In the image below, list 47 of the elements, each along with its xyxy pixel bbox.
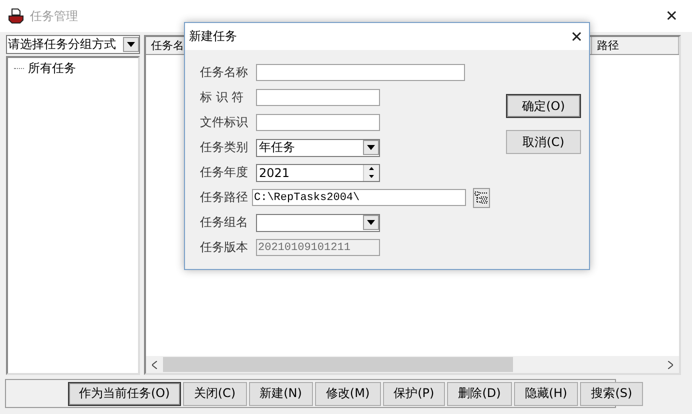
column-header[interactable]: 路径 <box>592 37 679 54</box>
field-label: 任务路径 <box>200 189 248 206</box>
action-button[interactable]: 关闭(C) <box>182 382 247 406</box>
dropdown-field[interactable]: 年任务 <box>256 138 380 156</box>
action-button[interactable]: 新建(N) <box>248 382 313 406</box>
path-field[interactable]: C:\RepTasks2004\ <box>252 189 466 206</box>
field-label: 任务类别 <box>200 139 249 156</box>
spin-field[interactable]: 2021 <box>256 164 380 182</box>
field-label: 任务版本 <box>200 239 249 256</box>
tree-item[interactable]: 所有任务 <box>28 61 76 75</box>
dropdown-button[interactable] <box>363 140 379 155</box>
up-arrow-icon <box>369 167 374 170</box>
printer-icon <box>8 8 24 24</box>
dialog-button[interactable]: 确定(O) <box>506 94 581 118</box>
text-field[interactable] <box>256 114 380 131</box>
close-button[interactable]: ✕ <box>564 28 589 46</box>
action-button[interactable]: 搜索(S) <box>580 382 644 406</box>
window-title: 任务管理 <box>30 8 79 24</box>
dropdown-button[interactable] <box>123 37 139 52</box>
dialog-button[interactable]: 取消(C) <box>506 130 581 154</box>
field-label: 标 识 符 <box>200 89 245 106</box>
text-field[interactable] <box>256 64 465 81</box>
caret-icon <box>367 145 375 150</box>
action-button[interactable]: 删除(D) <box>447 382 512 406</box>
text-field[interactable] <box>256 89 380 106</box>
caret-icon <box>367 220 375 225</box>
down-arrow-icon <box>369 175 374 178</box>
action-button[interactable]: 作为当前任务(O) <box>68 382 181 406</box>
field-label: 任务年度 <box>200 164 249 181</box>
close-button[interactable]: ✕ <box>659 7 684 25</box>
action-button[interactable]: 隐藏(H) <box>514 382 578 406</box>
group-dropdown[interactable]: 请选择任务分组方式 <box>6 35 140 54</box>
scrollbar-thumb[interactable] <box>163 357 513 372</box>
dropdown-button[interactable] <box>363 215 379 230</box>
browse-button[interactable] <box>472 188 490 208</box>
spin-up-button[interactable] <box>364 164 379 172</box>
horizontal-scrollbar[interactable] <box>146 356 679 373</box>
dialog-title: 新建任务 <box>189 28 238 45</box>
action-button[interactable]: 保护(P) <box>382 382 446 406</box>
tree-line <box>14 68 24 70</box>
caret-icon <box>127 42 135 47</box>
field-label: 文件标识 <box>200 114 249 131</box>
dropdown-field[interactable] <box>256 214 380 232</box>
field-label: 任务名称 <box>200 64 249 81</box>
field-label: 任务组名 <box>200 214 249 231</box>
action-button[interactable]: 修改(M) <box>314 382 381 406</box>
folder-tree-icon <box>474 191 488 204</box>
